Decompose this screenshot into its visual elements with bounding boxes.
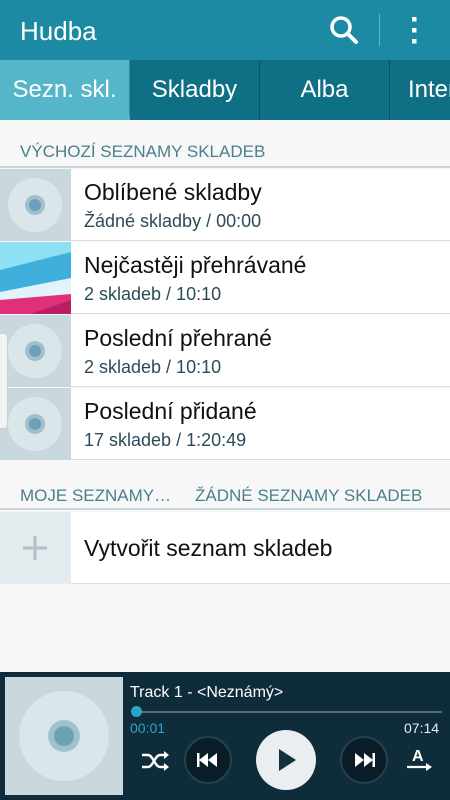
playlist-info: 2 skladeb / 10:10 bbox=[84, 284, 222, 304]
tab-albums[interactable]: Alba bbox=[260, 60, 390, 120]
playlist-title: Nejčastěji přehrávané bbox=[84, 252, 307, 278]
text-size-icon: A bbox=[407, 748, 432, 771]
playlist-row-most-played[interactable]: Nejčastěji přehrávané 2 skladeb / 10:10 bbox=[0, 242, 450, 314]
section-title-default: VÝCHOZÍ SEZNAMY SKLADEB bbox=[20, 142, 266, 161]
abstract-artwork-icon bbox=[0, 242, 71, 314]
more-vert-icon bbox=[412, 17, 417, 44]
create-playlist-row[interactable]: Vytvořit seznam skladeb bbox=[0, 512, 450, 584]
playlist-row-recently-added[interactable]: Poslední přidané 17 skladeb / 1:20:49 bbox=[0, 388, 450, 460]
play-icon bbox=[279, 749, 296, 771]
mini-player: Track 1 - <Neznámý> 00:01 07:14 A bbox=[0, 672, 450, 800]
playlist-thumbnail bbox=[0, 169, 71, 241]
side-panel-handle[interactable] bbox=[0, 333, 8, 429]
section-header-default: VÝCHOZÍ SEZNAMY SKLADEB bbox=[0, 120, 450, 168]
shuffle-icon bbox=[142, 751, 169, 771]
playlist-row-favorites[interactable]: Oblíbené skladby Žádné skladby / 00:00 bbox=[0, 169, 450, 241]
next-icon bbox=[355, 753, 375, 767]
disc-icon bbox=[19, 691, 109, 781]
disc-icon bbox=[8, 397, 62, 451]
search-icon bbox=[330, 16, 358, 44]
progress-knob[interactable] bbox=[131, 706, 142, 717]
playlist-thumbnail bbox=[0, 242, 71, 314]
search-button[interactable] bbox=[326, 12, 362, 48]
playlist-row-recently-played[interactable]: Poslední přehrané 2 skladeb / 10:10 bbox=[0, 315, 450, 387]
playlist-info: Žádné skladby / 00:00 bbox=[84, 211, 262, 231]
shuffle-button[interactable] bbox=[140, 748, 170, 774]
playlist-thumbnail bbox=[0, 388, 71, 460]
playlist-info: 2 skladeb / 10:10 bbox=[84, 357, 222, 377]
album-art[interactable] bbox=[5, 677, 123, 795]
playlist-title: Poslední přidané bbox=[84, 398, 257, 424]
disc-icon bbox=[8, 324, 62, 378]
tab-playlists[interactable]: Sezn. skl. bbox=[0, 60, 130, 120]
total-time: 07:14 bbox=[404, 720, 440, 736]
more-options-button[interactable] bbox=[400, 12, 428, 48]
tab-artists[interactable]: Interpreti bbox=[390, 60, 450, 120]
section-title-my: MOJE SEZNAMY… bbox=[20, 486, 172, 505]
svg-text:A: A bbox=[412, 748, 424, 765]
app-title: Hudba bbox=[20, 16, 97, 46]
create-playlist-thumbnail bbox=[0, 512, 71, 584]
progress-bar[interactable] bbox=[136, 711, 442, 713]
plus-icon bbox=[23, 536, 47, 560]
elapsed-time: 00:01 bbox=[130, 720, 166, 736]
next-button[interactable] bbox=[340, 736, 388, 784]
section-status-my: ŽÁDNÉ SEZNAMY SKLADEB bbox=[195, 486, 423, 505]
text-size-button[interactable]: A bbox=[404, 746, 434, 774]
app-bar-divider bbox=[379, 14, 380, 46]
playlist-info: 17 skladeb / 1:20:49 bbox=[84, 430, 247, 450]
track-title: Track 1 - <Neznámý> bbox=[130, 684, 284, 701]
disc-icon bbox=[8, 178, 62, 232]
app-bar: Hudba bbox=[0, 0, 450, 60]
playlist-title: Oblíbené skladby bbox=[84, 179, 262, 205]
playlist-thumbnail bbox=[0, 315, 71, 387]
play-button[interactable] bbox=[256, 730, 316, 790]
tab-tracks[interactable]: Skladby bbox=[130, 60, 260, 120]
section-header-my: MOJE SEZNAMY… ŽÁDNÉ SEZNAMY SKLADEB bbox=[0, 462, 450, 510]
previous-icon bbox=[197, 753, 217, 767]
previous-button[interactable] bbox=[184, 736, 232, 784]
playlist-title: Poslední přehrané bbox=[84, 325, 272, 351]
tab-bar: Sezn. skl. Skladby Alba Interpreti bbox=[0, 60, 450, 120]
create-playlist-label: Vytvořit seznam skladeb bbox=[84, 535, 333, 561]
